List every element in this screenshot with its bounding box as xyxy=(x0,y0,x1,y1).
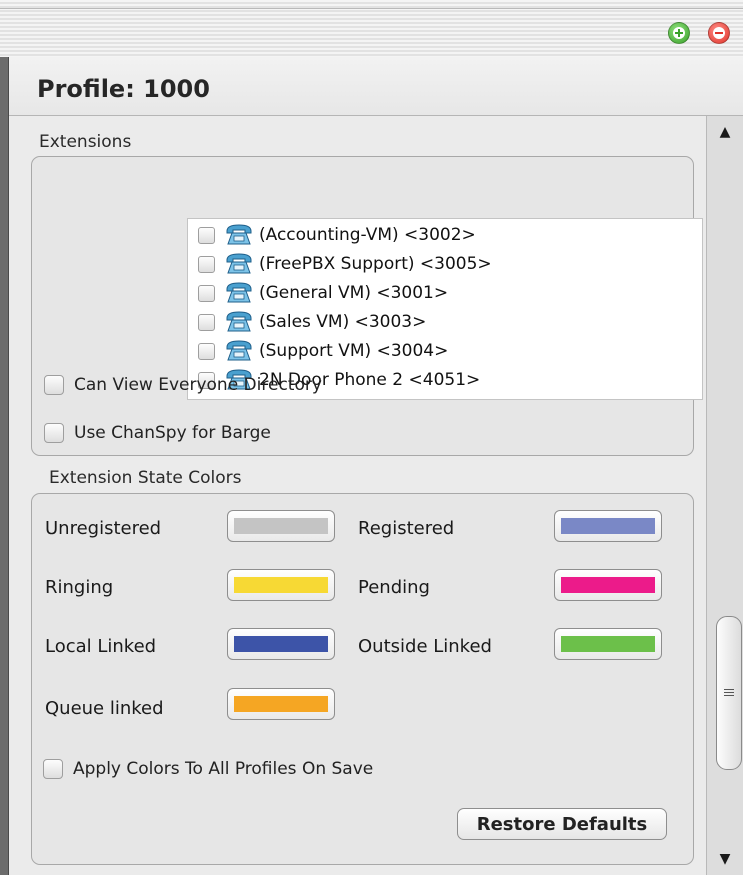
profile-header: Profile: 1000 xyxy=(9,57,743,116)
scroll-thumb[interactable] xyxy=(716,616,742,770)
page-title: Profile: 1000 xyxy=(37,75,210,103)
local-linked-label: Local Linked xyxy=(45,636,157,657)
window-left-edge xyxy=(0,57,9,875)
extension-list[interactable]: (Accounting-VM) <3002> (FreePBX Support)… xyxy=(187,218,703,400)
pending-color-button[interactable] xyxy=(554,569,662,601)
use-chanspy-option[interactable]: Use ChanSpy for Barge xyxy=(44,423,271,443)
list-item[interactable]: (Sales VM) <3003> xyxy=(198,310,426,334)
list-item[interactable]: (FreePBX Support) <3005> xyxy=(198,252,492,276)
state-colors-section-label: Extension State Colors xyxy=(49,468,242,488)
local-linked-color-button[interactable] xyxy=(227,628,335,660)
minus-icon xyxy=(713,27,725,39)
unregistered-color-button[interactable] xyxy=(227,510,335,542)
extensions-section-label: Extensions xyxy=(39,132,132,152)
apply-colors-option[interactable]: Apply Colors To All Profiles On Save xyxy=(43,759,373,779)
grip-icon xyxy=(724,689,734,697)
list-item[interactable]: (Support VM) <3004> xyxy=(198,339,448,363)
phone-icon xyxy=(226,282,252,303)
apply-colors-label: Apply Colors To All Profiles On Save xyxy=(73,759,374,779)
vertical-scrollbar[interactable]: ▲ ▼ xyxy=(706,116,743,875)
phone-icon xyxy=(226,224,252,245)
plus-icon xyxy=(673,27,685,39)
queue-linked-swatch xyxy=(234,696,328,712)
extension-checkbox[interactable] xyxy=(198,313,215,331)
ringing-label: Ringing xyxy=(45,577,114,598)
phone-icon xyxy=(226,311,252,332)
can-view-everyone-label: Can View Everyone Directory xyxy=(74,375,322,395)
titlebar-divider xyxy=(0,8,743,9)
can-view-everyone-checkbox[interactable] xyxy=(44,375,64,395)
pending-swatch xyxy=(561,577,655,593)
ringing-color-button[interactable] xyxy=(227,569,335,601)
registered-swatch xyxy=(561,518,655,534)
queue-linked-label: Queue linked xyxy=(45,698,164,719)
use-chanspy-label: Use ChanSpy for Barge xyxy=(74,423,271,443)
extension-checkbox[interactable] xyxy=(198,226,215,244)
extension-checkbox[interactable] xyxy=(198,342,215,360)
extension-checkbox[interactable] xyxy=(198,284,215,302)
extension-label: (General VM) <3001> xyxy=(259,283,449,303)
queue-linked-color-button[interactable] xyxy=(227,688,335,720)
list-item[interactable]: (General VM) <3001> xyxy=(198,281,448,305)
extension-label: (FreePBX Support) <3005> xyxy=(259,254,492,274)
unregistered-swatch xyxy=(234,518,328,534)
apply-colors-checkbox[interactable] xyxy=(43,759,63,779)
extension-label: (Accounting-VM) <3002> xyxy=(259,225,476,245)
can-view-everyone-option[interactable]: Can View Everyone Directory xyxy=(44,375,322,395)
phone-icon xyxy=(226,340,252,361)
extensions-group: (Accounting-VM) <3002> (FreePBX Support)… xyxy=(31,156,703,456)
phone-icon xyxy=(226,253,252,274)
restore-defaults-button[interactable]: Restore Defaults xyxy=(457,808,667,840)
list-item[interactable]: (Accounting-VM) <3002> xyxy=(198,223,476,247)
pending-label: Pending xyxy=(358,577,430,598)
profile-content: Extensions (Accounting-VM) <3002> (FreeP… xyxy=(9,116,706,875)
registered-label: Registered xyxy=(358,518,455,539)
registered-color-button[interactable] xyxy=(554,510,662,542)
extension-label: (Sales VM) <3003> xyxy=(259,312,427,332)
window-titlebar xyxy=(0,0,743,58)
extension-label: (Support VM) <3004> xyxy=(259,341,449,361)
outside-linked-swatch xyxy=(561,636,655,652)
unregistered-label: Unregistered xyxy=(45,518,162,539)
close-window-button[interactable] xyxy=(708,22,730,44)
ringing-swatch xyxy=(234,577,328,593)
scroll-up-icon[interactable]: ▲ xyxy=(707,120,743,144)
add-window-button[interactable] xyxy=(668,22,690,44)
outside-linked-color-button[interactable] xyxy=(554,628,662,660)
extension-checkbox[interactable] xyxy=(198,255,215,273)
outside-linked-label: Outside Linked xyxy=(358,636,492,657)
use-chanspy-checkbox[interactable] xyxy=(44,423,64,443)
local-linked-swatch xyxy=(234,636,328,652)
scroll-down-icon[interactable]: ▼ xyxy=(707,847,743,871)
